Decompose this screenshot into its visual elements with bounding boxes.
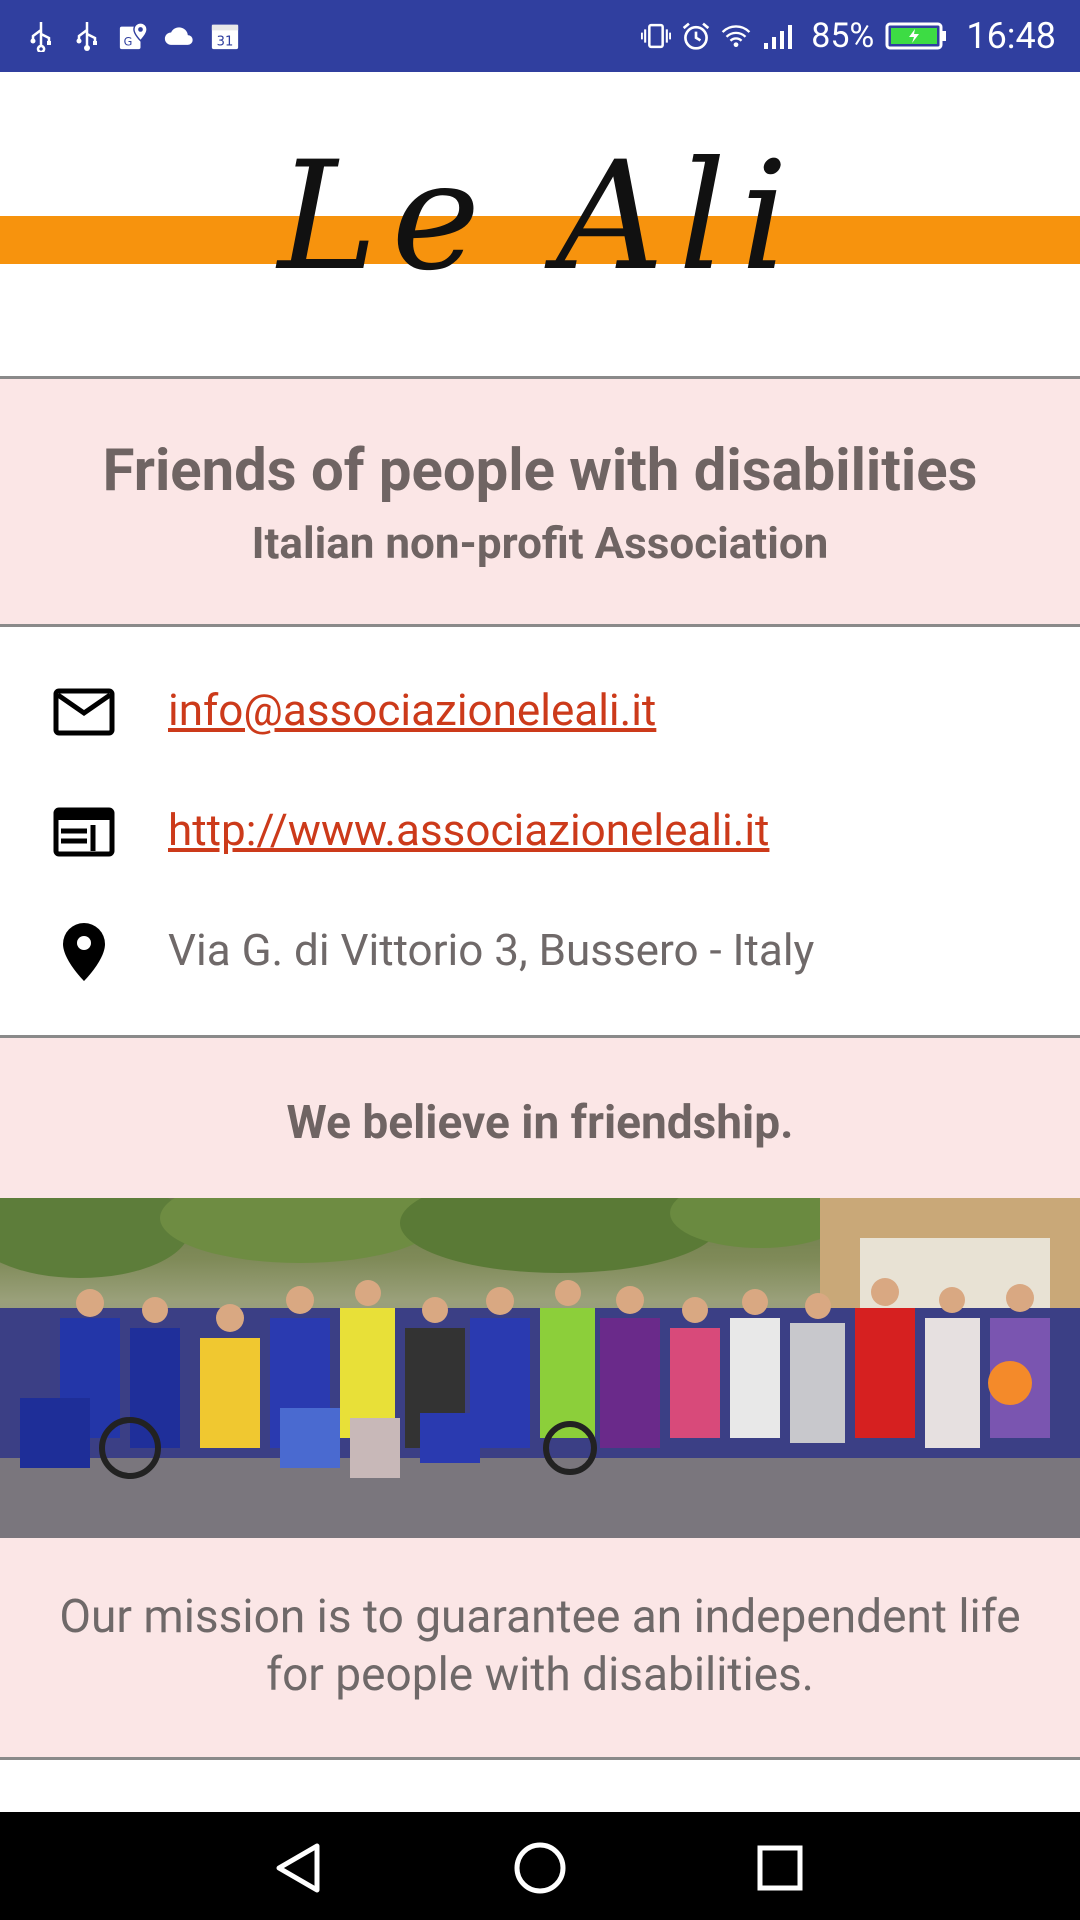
svg-text:G: G (124, 35, 133, 48)
signal-icon (761, 21, 801, 51)
battery-icon (884, 21, 948, 51)
navigation-bar (0, 1812, 1080, 1920)
email-link[interactable]: info@associazioneleali.it (168, 682, 656, 738)
back-button[interactable] (268, 1838, 328, 1898)
wifi-icon (721, 21, 751, 51)
usb-icon (72, 21, 102, 51)
mission-text: Our mission is to guarantee an independe… (59, 1590, 1021, 1702)
website-link[interactable]: http://www.associazioneleali.it (168, 802, 769, 858)
svg-text:31: 31 (217, 34, 234, 49)
usb-icon (26, 21, 56, 52)
group-photo (0, 1198, 1080, 1538)
recents-button[interactable] (750, 1838, 810, 1898)
vibrate-icon (641, 21, 672, 51)
battery-percent: 85% (811, 16, 875, 56)
status-notification-icons: G 31 (26, 14, 240, 58)
clock: 16:48 (966, 15, 1056, 57)
calendar-icon: 31 (210, 21, 240, 51)
status-system-icons: 85% 16:48 (641, 14, 1056, 58)
contact-email-row[interactable]: info@associazioneleali.it (0, 670, 1080, 750)
web-icon (52, 800, 116, 864)
contact-website-row[interactable]: http://www.associazioneleali.it (0, 790, 1080, 870)
address-text[interactable]: Via G. di Vittorio 3, Bussero - Italy (168, 922, 814, 978)
belief-title: We believe in friendship. (286, 1096, 794, 1150)
divider (0, 1757, 1080, 1760)
home-button[interactable] (510, 1838, 570, 1898)
cloud-icon (164, 21, 194, 51)
logo-header: Le Ali (0, 72, 1080, 376)
alarm-icon (681, 21, 711, 51)
tagline-title: Friends of people with disabilities (102, 437, 978, 505)
maps-icon: G (118, 21, 148, 51)
contact-address-row[interactable]: Via G. di Vittorio 3, Bussero - Italy (0, 910, 1080, 990)
tagline-subtitle: Italian non-profit Association (251, 517, 829, 569)
mail-icon (52, 680, 116, 744)
tagline-section: Friends of people with disabilities Ital… (0, 379, 1080, 624)
divider (0, 624, 1080, 627)
status-bar: G 31 85% 16:48 (0, 0, 1080, 72)
location-pin-icon (52, 920, 116, 984)
belief-section: We believe in friendship. Our mission is… (0, 1038, 1080, 1757)
logo: Le Ali (277, 130, 803, 304)
